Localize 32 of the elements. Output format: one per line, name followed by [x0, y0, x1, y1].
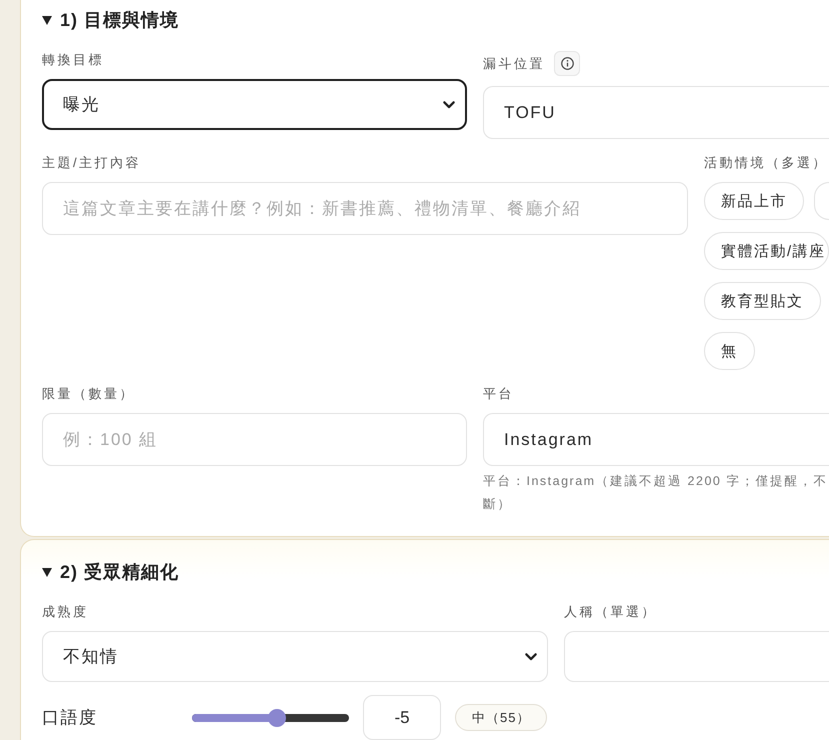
chevron-down-icon	[525, 652, 537, 660]
level-badge: 中（55）	[455, 704, 548, 731]
slider-thumb[interactable]	[268, 708, 286, 726]
dropdown-field[interactable]: 不知情	[42, 631, 548, 682]
info-icon	[560, 57, 574, 70]
field-label: 主題/主打內容	[42, 154, 142, 172]
option-chip[interactable]: 教育型貼文	[704, 282, 820, 320]
option-chip[interactable]: 無	[704, 332, 754, 370]
section-toggle[interactable]: 1) 目標與情境	[42, 8, 180, 32]
field-label: 人稱（單選）	[564, 603, 657, 621]
slider-label: 口語度	[42, 707, 98, 729]
info-button[interactable]	[554, 51, 580, 76]
dropdown-field[interactable]: 曝光	[42, 79, 467, 130]
option-chip[interactable]: 新品上市	[704, 182, 804, 220]
text-field[interactable]: Instagram	[483, 413, 829, 466]
field-label: 漏斗位置	[483, 54, 545, 72]
helper-text: 斷）	[483, 496, 513, 513]
field-label: 活動情境（多選）	[704, 154, 828, 172]
number-field[interactable]: -5	[363, 695, 441, 740]
option-chip[interactable]: 實體活動/講座	[704, 232, 829, 270]
input-box[interactable]	[564, 631, 829, 682]
field-label: 平台	[483, 385, 514, 403]
helper-text: 平台：Instagram（建議不超過 2200 字；僅提醒，不	[483, 473, 829, 490]
section-toggle[interactable]: 2) 受眾精細化	[42, 560, 180, 584]
chevron-down-icon	[443, 100, 455, 108]
field-label: 成熟度	[42, 603, 88, 621]
text-area[interactable]: 這篇文章主要在講什麼？例如：新書推薦、禮物清單、餐廳介紹	[42, 182, 688, 235]
field-label: 限量（數量）	[42, 385, 135, 403]
text-field[interactable]: 例：100 組	[42, 413, 467, 466]
slider-track[interactable]	[192, 708, 349, 726]
field-label: 轉換目標	[42, 51, 104, 69]
text-field[interactable]: TOFU	[483, 86, 829, 139]
